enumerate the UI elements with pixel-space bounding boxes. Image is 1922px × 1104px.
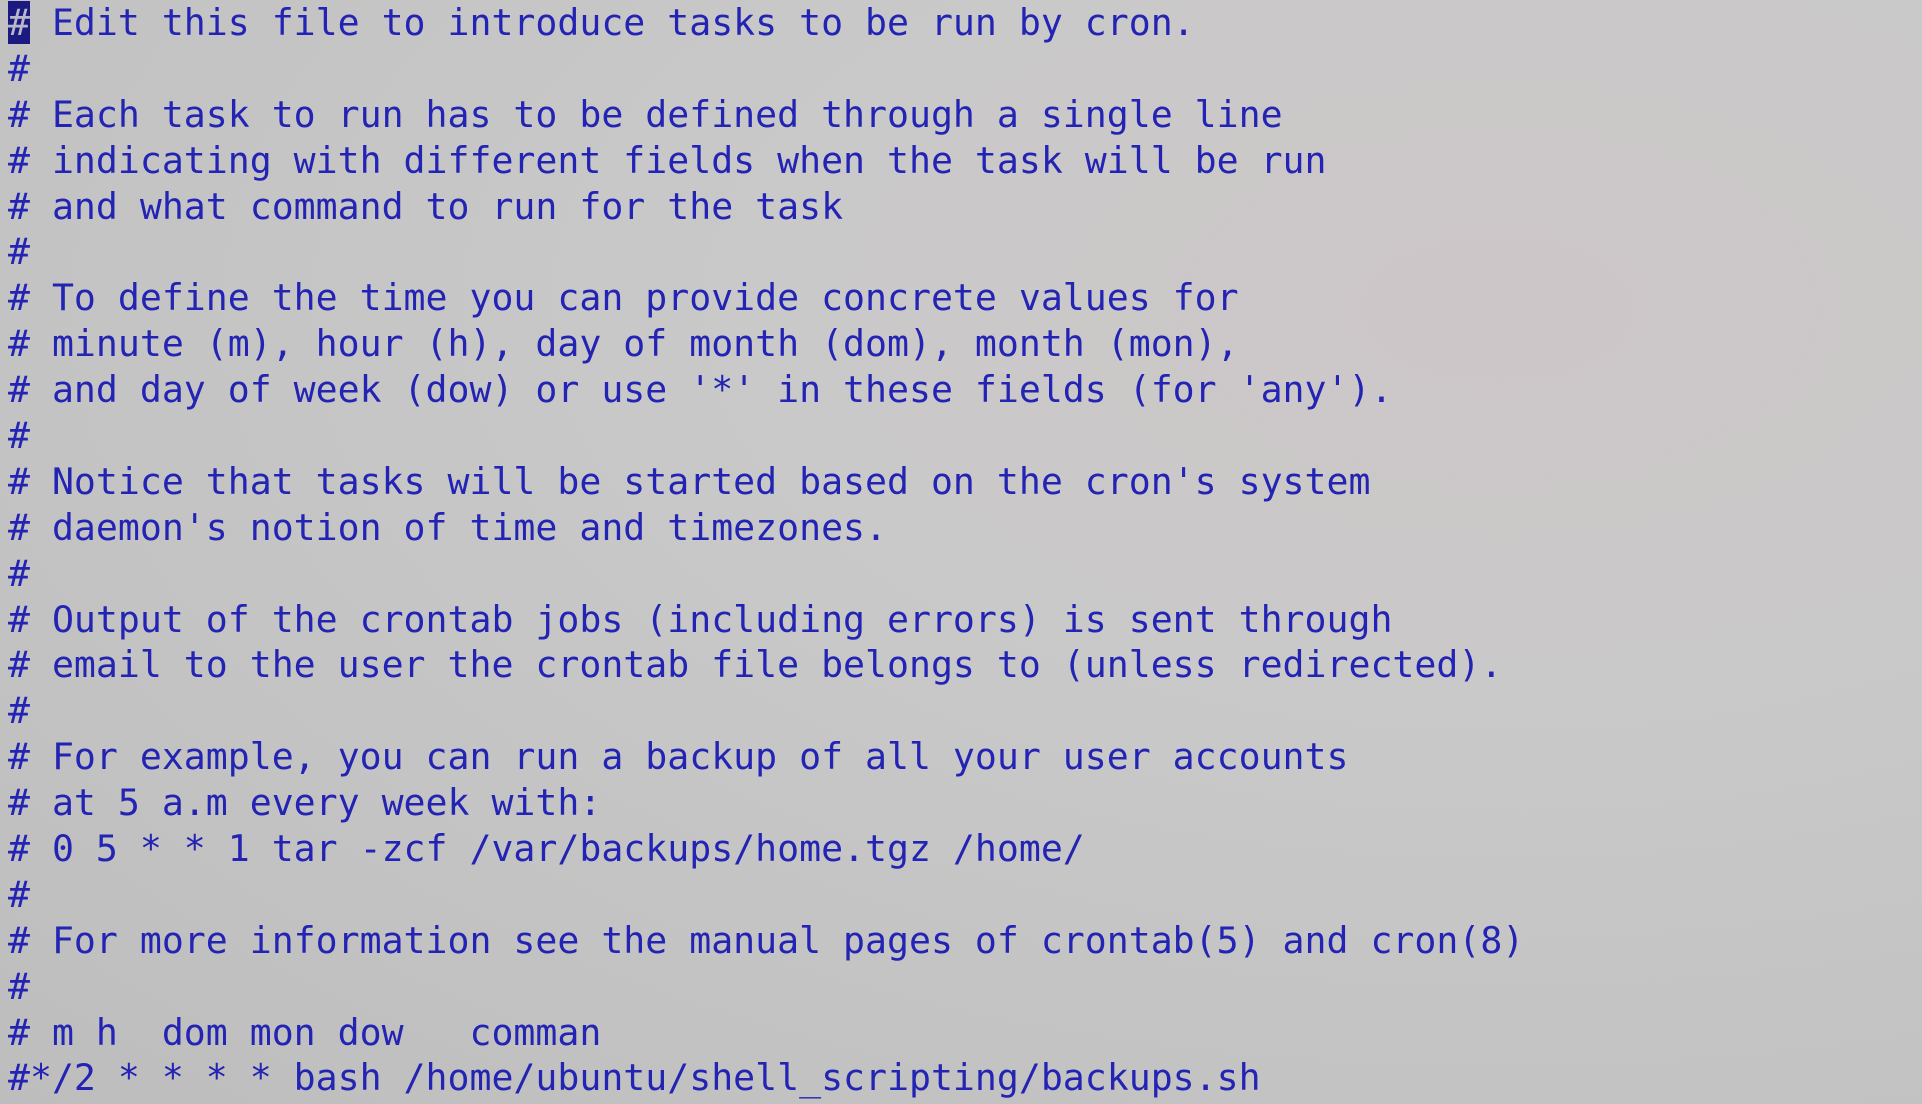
editor-line: # email to the user the crontab file bel… (8, 643, 1503, 687)
editor-line: # (8, 230, 30, 274)
editor-line: # Each task to run has to be defined thr… (8, 92, 1283, 136)
editor-line: # For more information see the manual pa… (8, 918, 1525, 962)
editor-line: # and what command to run for the task (8, 184, 844, 228)
editor-line: #*/2 * * * * bash /home/ubuntu/shell_scr… (8, 1056, 1261, 1100)
editor-line: # m h dom mon dow comman (8, 1010, 602, 1054)
editor-line: # minute (m), hour (h), day of month (do… (8, 322, 1239, 366)
editor-line: # (8, 689, 30, 733)
editor-line: # indicating with different fields when … (8, 138, 1327, 182)
editor-line: # Output of the crontab jobs (including … (8, 597, 1393, 641)
editor-line: # To define the time you can provide con… (8, 276, 1239, 320)
editor-line: # Notice that tasks will be started base… (8, 459, 1371, 503)
editor-line: # 0 5 * * 1 tar -zcf /var/backups/home.t… (8, 827, 1085, 871)
text-cursor[interactable]: # (8, 1, 30, 44)
editor-line: # at 5 a.m every week with: (8, 781, 602, 825)
editor-line: # (8, 46, 30, 90)
crontab-editor[interactable]: # Edit this file to introduce tasks to b… (0, 0, 1922, 1104)
editor-line: # (8, 414, 30, 458)
editor-line: # and day of week (dow) or use '*' in th… (8, 368, 1393, 412)
editor-line: # For example, you can run a backup of a… (8, 735, 1349, 779)
editor-line: # (8, 551, 30, 595)
editor-line: # daemon's notion of time and timezones. (8, 505, 887, 549)
editor-line: # (8, 872, 30, 916)
editor-line-text: Edit this file to introduce tasks to be … (29, 1, 1195, 44)
editor-line: # (8, 964, 30, 1008)
editor-line: # Edit this file to introduce tasks to b… (8, 0, 1922, 46)
